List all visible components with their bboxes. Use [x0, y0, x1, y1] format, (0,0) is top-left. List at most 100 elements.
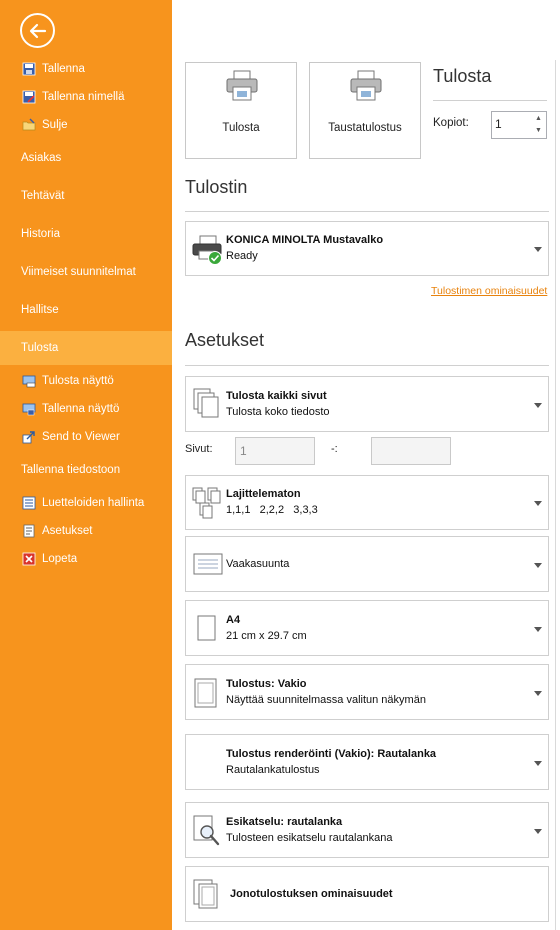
sidebar-item-asetukset[interactable]: Asetukset [0, 518, 172, 544]
copies-value: 1 [495, 117, 502, 131]
pages-icon [193, 388, 219, 418]
chevron-down-icon [534, 829, 542, 834]
back-arrow-icon [29, 23, 47, 39]
rendering-dropdown[interactable]: Tulostus renderöinti (Vakio): Rautalanka… [185, 734, 549, 790]
sidebar-section-viimeiset-suunnitelmat[interactable]: Viimeiset suunnitelmat [0, 255, 172, 289]
collation-title: Lajittelematon [226, 488, 301, 500]
paper-icon [197, 615, 216, 641]
sidebar-item-tallenna-nimella[interactable]: Tallenna nimellä [0, 84, 172, 110]
rendering-desc: Rautalankatulostus [226, 764, 320, 776]
print-screen-icon [22, 375, 36, 388]
pages-from-input[interactable]: 1 [235, 437, 315, 465]
spin-down-icon[interactable]: ▼ [533, 125, 544, 137]
sidebar-section-tehtavat[interactable]: Tehtävät [0, 179, 172, 213]
sidebar-section-label: Viimeiset suunnitelmat [21, 266, 136, 278]
settings-section-title: Asetukset [185, 330, 265, 350]
sidebar-item-label: Asetukset [42, 525, 93, 537]
printer-name: KONICA MINOLTA Mustavalko [226, 234, 384, 246]
printer-section-title: Tulostin [185, 177, 248, 197]
collation-icon [192, 487, 221, 519]
sidebar-item-lopeta[interactable]: Lopeta [0, 546, 172, 572]
queue-pages-icon [193, 879, 218, 909]
copies-label: Kopiot: [433, 117, 469, 129]
sidebar-item-sulje[interactable]: Sulje [0, 112, 172, 138]
rendering-title: Tulostus renderöinti (Vakio): Rautalanka [226, 748, 437, 760]
printer-properties-link[interactable]: Tulostimen ominaisuudet [431, 285, 547, 297]
pages-to-input[interactable] [371, 437, 451, 465]
divider [185, 211, 549, 212]
sidebar-item-tulosta-naytto[interactable]: Tulosta näyttö [0, 368, 172, 394]
chevron-down-icon [534, 627, 542, 632]
print-button[interactable]: Tulosta [185, 62, 297, 159]
chevron-down-icon [534, 247, 542, 252]
sidebar-section-asiakas[interactable]: Asiakas [0, 141, 172, 175]
sidebar-section-hallitse[interactable]: Hallitse [0, 293, 172, 327]
chevron-down-icon [534, 403, 542, 408]
collation-dropdown[interactable]: Lajittelematon 1,1,1 2,2,2 3,3,3 [185, 475, 549, 530]
pages-separator: -: [331, 443, 338, 455]
divider [433, 100, 547, 101]
print-button-label: Tulosta [222, 122, 260, 134]
save-as-icon [22, 90, 36, 104]
preview-title: Esikatselu: rautalanka [226, 816, 343, 828]
list-management-icon [22, 496, 36, 510]
chevron-down-icon [534, 761, 542, 766]
printer-icon [350, 70, 382, 101]
sidebar-item-label: Tallenna [42, 63, 85, 75]
sidebar-section-tallenna-tiedostoon[interactable]: Tallenna tiedostoon [0, 453, 172, 487]
chevron-down-icon [534, 563, 542, 568]
sidebar-item-luetteloiden-hallinta[interactable]: Luetteloiden hallinta [0, 490, 172, 516]
preview-desc: Tulosteen esikatselu rautalankana [226, 832, 393, 844]
collation-desc: 1,1,1 2,2,2 3,3,3 [226, 504, 318, 516]
send-to-viewer-icon [22, 431, 35, 444]
sidebar-section-label: Tulosta [21, 342, 59, 354]
sidebar-section-tulosta[interactable]: Tulosta [0, 331, 172, 365]
pages-mode-dropdown[interactable]: Tulosta kaikki sivut Tulosta koko tiedos… [185, 376, 549, 432]
chevron-down-icon [534, 501, 542, 506]
folder-close-icon [22, 118, 36, 131]
printer-ready-icon [192, 235, 222, 265]
sidebar-item-label: Tallenna näyttö [42, 403, 120, 415]
spin-up-icon[interactable]: ▲ [533, 113, 544, 125]
paper-size-title: A4 [226, 614, 241, 626]
sidebar-item-send-to-viewer[interactable]: Send to Viewer [0, 424, 172, 450]
sidebar-item-label: Sulje [42, 119, 68, 131]
queue-properties-title: Jonotulostuksen ominaisuudet [230, 888, 393, 900]
sidebar-item-label: Send to Viewer [42, 431, 120, 443]
sidebar-item-label: Tulosta näyttö [42, 375, 114, 387]
paper-size-desc: 21 cm x 29.7 cm [226, 630, 307, 642]
background-print-button-label: Taustatulostus [328, 122, 402, 134]
sidebar-item-tallenna[interactable]: Tallenna [0, 56, 172, 82]
right-border [555, 60, 556, 930]
printer-dropdown[interactable]: KONICA MINOLTA Mustavalko Ready [185, 221, 549, 276]
sidebar-section-label: Hallitse [21, 304, 59, 316]
printer-icon [226, 70, 258, 101]
sidebar-section-label: Tehtävät [21, 190, 65, 202]
back-button[interactable] [20, 13, 55, 48]
settings-icon [23, 524, 35, 538]
print-type-dropdown[interactable]: Tulostus: Vakio Näyttää suunnitelmassa v… [185, 664, 549, 720]
page-frame-icon [194, 678, 217, 708]
sidebar-section-label: Tallenna tiedostoon [21, 464, 121, 476]
sidebar-item-label: Tallenna nimellä [42, 91, 125, 103]
save-icon [22, 62, 36, 76]
exit-icon [22, 552, 36, 566]
magnifier-page-icon [193, 815, 220, 846]
printer-status: Ready [226, 250, 258, 262]
sidebar-section-label: Asiakas [21, 152, 62, 164]
print-type-title: Tulostus: Vakio [226, 678, 307, 690]
copies-stepper[interactable]: 1 ▲ ▼ [491, 111, 547, 139]
divider [185, 365, 549, 366]
chevron-down-icon [534, 691, 542, 696]
sidebar-item-tallenna-naytto[interactable]: Tallenna näyttö [0, 396, 172, 422]
paper-size-dropdown[interactable]: A4 21 cm x 29.7 cm [185, 600, 549, 656]
sidebar-section-historia[interactable]: Historia [0, 217, 172, 251]
backstage-sidebar: Tallenna Tallenna nimellä Sulje Asiakas … [0, 0, 172, 930]
preview-dropdown[interactable]: Esikatselu: rautalanka Tulosteen esikats… [185, 802, 549, 858]
print-type-desc: Näyttää suunnitelmassa valitun näkymän [226, 694, 426, 706]
queue-properties-button[interactable]: Jonotulostuksen ominaisuudet [185, 866, 549, 922]
sidebar-section-label: Historia [21, 228, 60, 240]
background-print-button[interactable]: Taustatulostus [309, 62, 421, 159]
pages-mode-desc: Tulosta koko tiedosto [226, 406, 330, 418]
orientation-dropdown[interactable]: Vaakasuunta [185, 536, 549, 592]
